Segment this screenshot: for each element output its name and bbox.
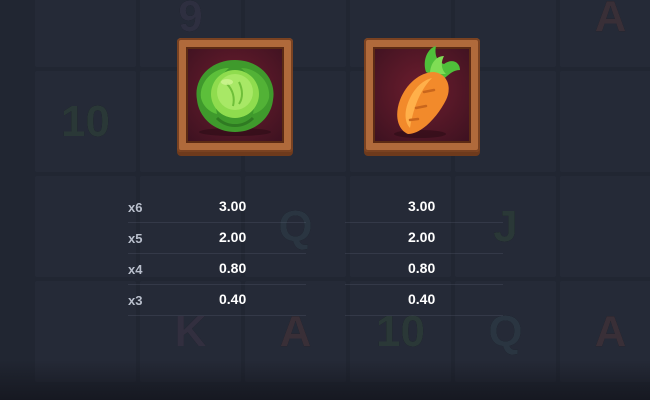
paytable-row: 2.00 — [345, 223, 503, 254]
multiplier-label: x6 — [128, 200, 143, 215]
cabbage-paytable: x6 3.00 x5 2.00 x4 0.80 x3 0.40 — [128, 192, 306, 316]
paytable-row: x3 0.40 — [128, 285, 306, 316]
cabbage-icon — [196, 60, 274, 136]
dim-overlay — [0, 0, 650, 400]
carrot-symbol-frame — [364, 38, 480, 152]
multiplier-label: x5 — [128, 231, 143, 246]
carrot-icon — [394, 46, 460, 138]
cabbage-symbol-frame — [177, 38, 293, 152]
paytable-row: x4 0.80 — [128, 254, 306, 285]
payout-value: 2.00 — [408, 229, 436, 245]
paytable-row: x6 3.00 — [128, 192, 306, 223]
paytable-row: x5 2.00 — [128, 223, 306, 254]
multiplier-label: x4 — [128, 262, 143, 277]
payout-value: 0.80 — [219, 260, 247, 276]
payout-value: 0.40 — [408, 291, 436, 307]
payout-value: 0.40 — [219, 291, 247, 307]
payout-value: 3.00 — [219, 198, 247, 214]
payout-value: 2.00 — [219, 229, 247, 245]
paytable-row: 3.00 — [345, 192, 503, 223]
multiplier-label: x3 — [128, 293, 143, 308]
paytable-row: 0.80 — [345, 254, 503, 285]
paytable-row: 0.40 — [345, 285, 503, 316]
payout-value: 3.00 — [408, 198, 436, 214]
bottom-shade — [0, 360, 650, 400]
payout-value: 0.80 — [408, 260, 436, 276]
carrot-paytable: 3.00 2.00 0.80 0.40 — [345, 192, 503, 316]
